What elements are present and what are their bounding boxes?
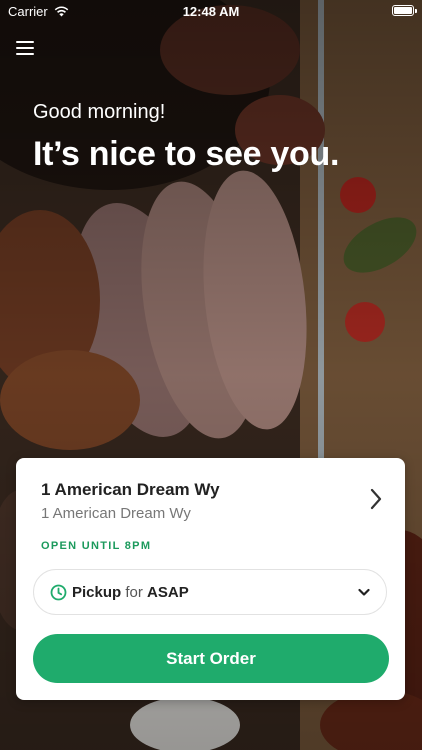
location-row[interactable]: 1 American Dream Wy 1 American Dream Wy: [16, 458, 405, 538]
open-status-badge: OPEN UNTIL 8PM: [41, 540, 152, 552]
clock-icon: [50, 584, 67, 601]
order-mode-select[interactable]: Pickup for ASAP: [33, 569, 387, 615]
status-time: 12:48 AM: [182, 4, 240, 19]
start-order-button[interactable]: Start Order: [33, 634, 389, 683]
greeting-text: Good morning!: [33, 101, 166, 123]
order-mode-type: Pickup: [72, 584, 122, 601]
hamburger-menu-icon[interactable]: [16, 40, 36, 58]
order-mode-text: Pickup for ASAP: [72, 584, 189, 601]
chevron-down-icon: [358, 588, 370, 596]
location-address: 1 American Dream Wy: [41, 505, 191, 522]
location-card: 1 American Dream Wy 1 American Dream Wy …: [16, 458, 405, 700]
chevron-right-icon[interactable]: [369, 488, 383, 510]
location-title: 1 American Dream Wy: [41, 480, 220, 499]
order-mode-time: ASAP: [147, 584, 189, 601]
battery-icon: [392, 5, 417, 16]
order-mode-connector: for: [125, 584, 143, 601]
headline-text: It’s nice to see you.: [33, 135, 340, 173]
status-bar: Carrier 12:48 AM: [0, 0, 422, 24]
